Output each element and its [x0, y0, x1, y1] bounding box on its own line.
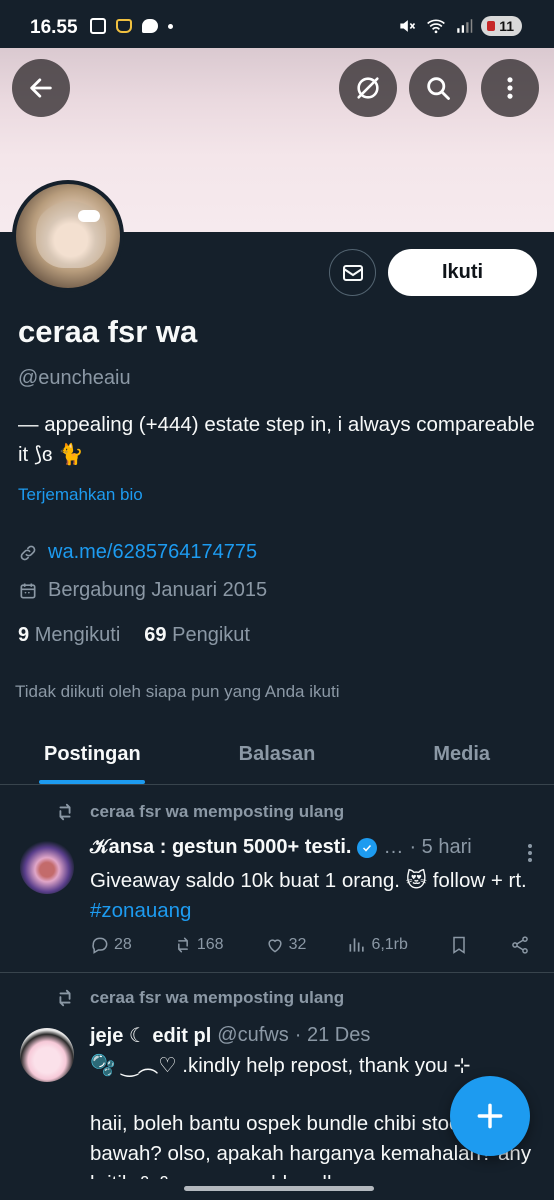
share-icon	[512, 936, 528, 954]
post-actions: 28 168 32 6,1rb	[90, 935, 530, 955]
avatar-bow	[78, 210, 100, 222]
repost-icon	[59, 803, 71, 821]
tab-replies[interactable]: Balasan	[185, 725, 370, 784]
post-author-handle[interactable]: @cufws	[217, 1024, 288, 1047]
wifi-icon	[427, 19, 446, 34]
profile-tabs: Postingan Balasan Media	[0, 725, 554, 785]
follow-counts: 9 Mengikuti 69 Pengikut	[18, 624, 250, 647]
repost-indicator: ceraa fsr wa memposting ulang	[54, 801, 344, 823]
post-header: 𝒦ansa : gestun 5000+ testi. … · 5 hari	[90, 836, 472, 859]
repost-icon	[177, 937, 188, 953]
tab-posts[interactable]: Postingan	[0, 725, 185, 784]
reply-icon	[92, 937, 108, 954]
chat-notification-icon	[142, 19, 158, 33]
following-link[interactable]: 9 Mengikuti	[18, 624, 120, 647]
followers-link[interactable]: 69 Pengikut	[144, 624, 250, 647]
like-button[interactable]: 32	[265, 935, 307, 955]
calendar-icon	[20, 583, 36, 598]
profile-avatar[interactable]	[12, 180, 124, 292]
screenshot-icon	[90, 18, 106, 34]
post-author-ellipsis: …	[383, 836, 404, 858]
repost-count: 168	[196, 936, 224, 953]
compose-button[interactable]	[450, 1076, 530, 1156]
profile-display-name: ceraa fsr wa	[18, 314, 198, 349]
battery-indicator: 11	[481, 16, 522, 36]
post-author-name[interactable]: 𝒦ansa : gestun 5000+ testi.	[90, 836, 351, 859]
mute-icon	[400, 20, 416, 32]
repost-button[interactable]: 168	[173, 935, 224, 955]
repost-label: ceraa fsr wa memposting ulang	[90, 802, 345, 821]
back-button[interactable]	[12, 59, 70, 117]
following-count: 9	[18, 624, 30, 646]
verified-badge-icon	[357, 837, 378, 858]
home-indicator[interactable]	[184, 1186, 374, 1191]
more-options-button[interactable]	[481, 59, 539, 117]
post-body: Giveaway saldo 10k buat 1 orang. 😻 follo…	[90, 869, 527, 892]
followers-count: 69	[144, 624, 167, 646]
reply-button[interactable]: 28	[90, 935, 132, 955]
status-bar: 16.55 11	[0, 0, 554, 48]
link-icon	[20, 545, 36, 560]
translate-bio-link[interactable]: Terjemahkan bio	[18, 485, 143, 505]
profile-joined-date: Bergabung Januari 2015	[48, 579, 268, 601]
post-author-avatar[interactable]	[20, 1028, 74, 1082]
arrow-left-icon	[30, 78, 52, 98]
more-notifications-dot-icon	[168, 23, 173, 29]
like-count: 32	[288, 936, 307, 953]
bookmark-icon	[453, 936, 465, 954]
profile-link-row: wa.me/6285764174775	[18, 541, 257, 564]
status-notification-icons	[90, 18, 173, 34]
post-time: · 21 Des	[294, 1024, 371, 1046]
follow-button[interactable]: Ikuti	[388, 249, 537, 296]
reply-count: 28	[114, 936, 132, 953]
views-count: 6,1rb	[371, 936, 408, 953]
more-vertical-icon	[507, 77, 513, 99]
post-author-name[interactable]: jeje ☾ edit pl	[90, 1023, 211, 1048]
profile-bio: — appealing (+444) estate step in, i alw…	[18, 413, 535, 466]
post-text: Giveaway saldo 10k buat 1 orang. 😻 follo…	[90, 866, 536, 926]
bookmark-button[interactable]	[449, 935, 469, 955]
not-followed-notice: Tidak diikuti oleh siapa pun yang Anda i…	[15, 682, 340, 701]
profile-handle: @euncheaiu	[18, 367, 131, 389]
repost-indicator: ceraa fsr wa memposting ulang	[54, 987, 344, 1009]
post-author-avatar[interactable]	[20, 840, 74, 894]
share-button[interactable]	[510, 935, 530, 955]
message-button[interactable]	[329, 249, 376, 296]
tab-media[interactable]: Media	[369, 725, 554, 784]
app-notification-icon	[116, 19, 132, 33]
profile-website-link[interactable]: wa.me/6285764174775	[48, 541, 257, 564]
grok-button[interactable]	[339, 59, 397, 117]
followers-label: Pengikut	[172, 624, 250, 646]
envelope-icon	[342, 264, 363, 281]
no-circle-icon	[357, 77, 379, 99]
heart-icon	[268, 939, 282, 953]
views-button[interactable]: 6,1rb	[347, 935, 408, 955]
post-more-button[interactable]	[528, 844, 532, 862]
post-text-line1: 🫧 ‿︵♡ .kindly help repost, thank you ⊹	[90, 1054, 471, 1077]
status-system-icons: 11	[397, 16, 522, 36]
avatar-photo	[36, 198, 106, 268]
status-time: 16.55	[30, 17, 78, 38]
following-label: Mengikuti	[34, 624, 121, 646]
plus-icon	[477, 1103, 503, 1129]
search-icon	[427, 77, 450, 100]
post-item[interactable]: ceraa fsr wa memposting ulang 𝒦ansa : ge…	[0, 786, 554, 972]
post-time: · 5 hari	[409, 836, 472, 858]
search-button[interactable]	[409, 59, 467, 117]
repost-icon	[59, 989, 71, 1007]
post-header: jeje ☾ edit pl @cufws · 21 Des	[90, 1023, 370, 1048]
views-icon	[349, 938, 365, 952]
signal-icon	[457, 19, 473, 33]
profile-joined-row: Bergabung Januari 2015	[18, 579, 267, 602]
post-hashtag[interactable]: #zonauang	[90, 899, 191, 922]
repost-label: ceraa fsr wa memposting ulang	[90, 988, 345, 1007]
